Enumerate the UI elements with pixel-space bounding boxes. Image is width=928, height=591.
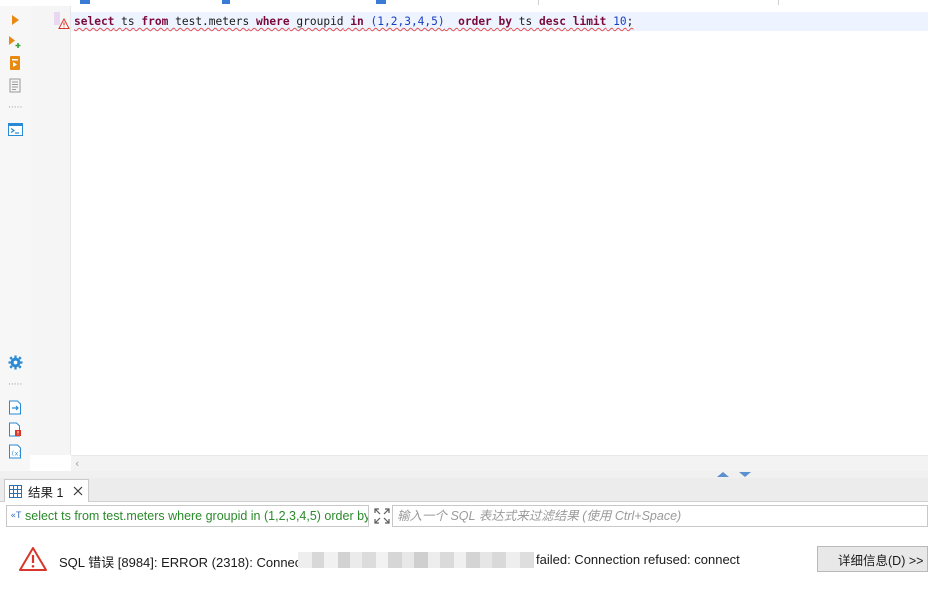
error-log-icon[interactable] <box>6 420 24 438</box>
sql-keyword: by <box>498 15 513 28</box>
export-icon[interactable] <box>6 398 24 416</box>
editor-gutter <box>30 6 70 455</box>
sql-keyword: desc <box>539 15 566 28</box>
results-tab-label: 结果 1 <box>28 485 64 500</box>
console-icon[interactable] <box>6 120 24 138</box>
variables-icon[interactable]: (x) <box>6 442 24 460</box>
error-triangle-icon <box>19 547 47 571</box>
grid-table-icon <box>9 484 22 498</box>
tab-remnant <box>80 0 90 4</box>
expand-filter-icon[interactable] <box>372 505 392 527</box>
execute-script-icon[interactable] <box>6 54 24 72</box>
sql-keyword: order <box>458 15 492 28</box>
error-panel: SQL 错误 [8984]: ERROR (2318): Connect t f… <box>0 530 928 591</box>
editor-side-toolbar: ····· ····· (x) <box>0 6 30 471</box>
execute-new-tab-icon[interactable] <box>6 33 24 51</box>
scroll-left-icon[interactable]: ‹ <box>75 457 79 470</box>
editor-horizontal-scrollbar[interactable]: ‹ <box>71 455 928 471</box>
tab-separator <box>538 0 539 5</box>
error-message: SQL 错误 [8984]: ERROR (2318): Connect t <box>59 555 313 570</box>
sql-table: test.meters <box>175 15 250 28</box>
executed-query-text: select ts from test.meters where groupid… <box>25 509 369 523</box>
error-message-end: failed: Connection refused: connect <box>536 552 740 567</box>
filter-expression-input[interactable] <box>392 505 928 527</box>
tab-separator <box>778 0 779 5</box>
sql-identifier: ts <box>121 15 135 28</box>
svg-text:(x): (x) <box>11 450 22 457</box>
minimize-down-icon[interactable] <box>739 472 751 477</box>
sql-editor[interactable]: select ts from test.meters where groupid… <box>71 6 928 455</box>
results-tab[interactable]: 结果 1 <box>4 479 89 502</box>
sql-number: 10 <box>613 15 627 28</box>
sql-keyword: limit <box>572 15 607 28</box>
execute-icon[interactable] <box>6 11 24 29</box>
error-details-button[interactable]: 详细信息(D) >> <box>817 546 928 572</box>
sql-keyword: in <box>350 15 364 28</box>
settings-gear-icon[interactable] <box>6 353 24 371</box>
sql-identifier: ts <box>518 15 533 28</box>
query-text-icon: «T <box>10 511 22 521</box>
sql-terminator: ; <box>626 15 634 28</box>
redacted-host-blur <box>298 552 534 568</box>
tab-remnant <box>376 0 386 4</box>
close-icon[interactable] <box>72 485 84 497</box>
sql-statement[interactable]: select ts from test.meters where groupid… <box>74 12 633 31</box>
sql-identifier: groupid <box>296 15 344 28</box>
executed-query-box[interactable]: «T select ts from test.meters where grou… <box>6 505 369 527</box>
sql-keyword: where <box>255 15 290 28</box>
tab-remnant <box>222 0 230 4</box>
sql-editor-window: ····· ····· (x) select ts from test.mete… <box>0 0 928 591</box>
sql-keyword: from <box>141 15 169 28</box>
maximize-up-icon[interactable] <box>717 472 729 477</box>
results-tab-bar: 结果 1 <box>0 478 928 502</box>
results-filter-row: «T select ts from test.meters where grou… <box>6 505 928 527</box>
line-change-marker <box>54 12 60 25</box>
editor-results-splitter[interactable] <box>0 471 928 478</box>
sql-keyword: select <box>74 15 115 28</box>
explain-plan-icon[interactable] <box>6 76 24 94</box>
sql-value-list: (1,2,3,4,5) <box>370 15 445 28</box>
toolbar-separator: ····· <box>8 380 23 390</box>
toolbar-separator: ····· <box>8 103 23 113</box>
